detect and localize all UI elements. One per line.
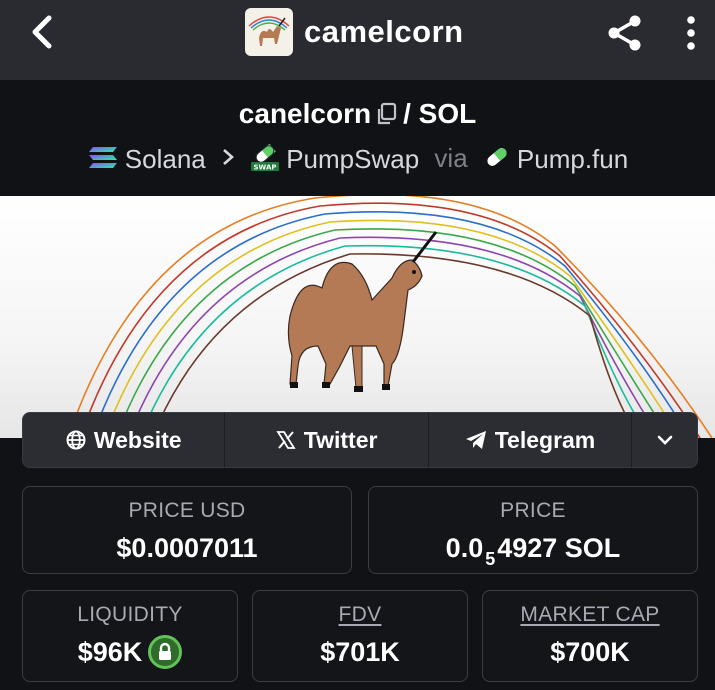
website-label: Website [93,426,182,453]
liquidity-value-row: $96K [23,634,237,671]
launchpad-link[interactable]: Pump.fun [483,139,628,177]
price-card: PRICE 0.0 54927 SOL [368,486,698,574]
breadcrumb: Solana SWAP PumpSwap via Pump.fun [0,138,715,177]
share-button[interactable] [600,10,650,56]
token-symbol: canelcorn [238,98,372,129]
lock-icon[interactable] [148,634,183,669]
chain-label: Solana [124,144,206,175]
chevron-down-icon [657,435,672,445]
market-cap-value: $700K [550,637,630,667]
pill-icon [487,148,507,166]
price-usd-card: PRICE USD $0.0007011 [22,486,352,574]
price-usd-label: PRICE USD [128,499,246,522]
back-arrow-icon [32,15,52,49]
more-links-dropdown[interactable] [632,413,697,467]
liquidity-card: LIQUIDITY $96K [22,590,238,682]
chain-link[interactable]: Solana [87,139,206,177]
token-banner [0,196,715,438]
chevron-right-icon [221,140,235,176]
social-links-bar: Website Twitter Telegram [22,412,698,468]
pumpswap-icon: SWAP [251,143,280,172]
more-vertical-icon [687,16,695,50]
back-button[interactable] [22,10,62,54]
share-icon [608,15,641,51]
app-bar: camelcorn [0,0,715,80]
website-button[interactable]: Website [23,413,226,467]
svg-text:SWAP: SWAP [254,164,277,172]
telegram-label: Telegram [494,426,596,453]
more-options-button[interactable] [676,10,706,56]
token-logo [245,8,293,56]
liquidity-value: $96K [77,637,143,667]
copy-icon[interactable] [375,99,397,135]
quote-symbol: / SOL [403,98,477,129]
twitter-label: Twitter [303,426,378,453]
fdv-card: FDV $701K [252,590,468,682]
via-label: via [434,143,468,174]
camel-unicorn-illustration [67,196,713,438]
market-cap-card: MARKET CAP $700K [482,590,698,682]
dex-label: PumpSwap [286,144,420,175]
fdv-label[interactable]: FDV [253,601,467,629]
telegram-icon [465,431,486,449]
price-prefix: 0.0 [445,533,484,563]
fdv-value: $701K [320,637,400,667]
pair-header: canelcorn / SOL Solana SWAP PumpSwap via [0,80,715,196]
price-value: 0.0 54927 SOL [369,531,697,576]
solana-icon [88,147,117,169]
x-logo-icon [276,431,296,449]
pair-title: canelcorn / SOL [0,96,715,135]
twitter-button[interactable]: Twitter [225,413,429,467]
price-usd-value: $0.0007011 [116,533,258,563]
globe-icon [66,430,86,450]
launchpad-label: Pump.fun [516,144,629,175]
telegram-button[interactable]: Telegram [429,413,633,467]
price-zero-count: 5 [485,549,496,569]
app-title: camelcorn [304,14,464,49]
price-suffix: 4927 SOL [497,533,621,563]
liquidity-label: LIQUIDITY [77,603,183,626]
market-cap-label[interactable]: MARKET CAP [483,601,697,629]
price-label: PRICE [500,499,566,522]
dex-link[interactable]: SWAP PumpSwap [250,139,419,177]
